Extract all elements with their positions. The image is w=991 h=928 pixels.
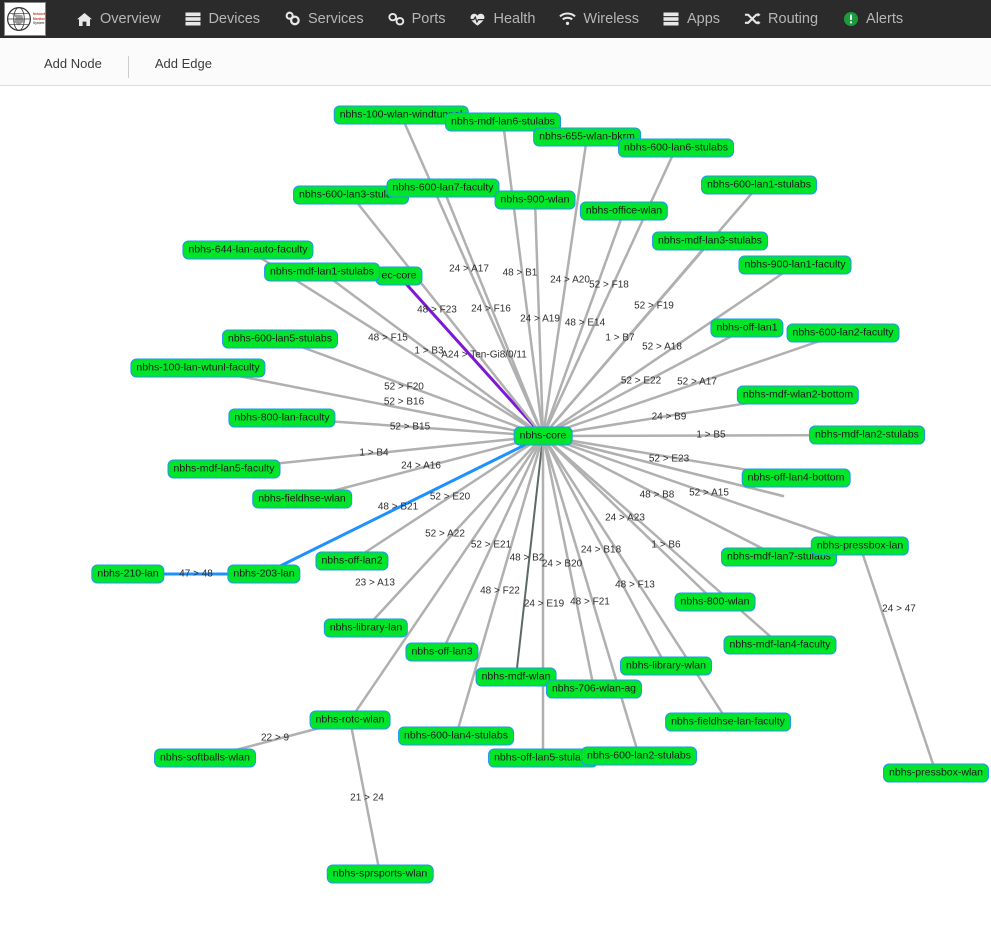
add-node-button[interactable]: Add Node	[22, 56, 124, 72]
graph-node[interactable]: nbhs-mdf-lan2-stulabs	[809, 425, 925, 445]
topology-app: Network Monitoring System Overview Devic…	[0, 0, 991, 928]
graph-node[interactable]: nbhs-mdf-wlan	[475, 667, 557, 687]
graph-node[interactable]: nbhs-softballs-wlan	[154, 748, 256, 768]
nav-item-overview[interactable]: Overview	[64, 0, 172, 38]
topology-graph-canvas[interactable]: nbhs-core ec-core nbhs-100-wlan-windtunnel…	[0, 87, 991, 928]
nav-label-devices: Devices	[208, 11, 261, 27]
graph-node[interactable]: nbhs-600-lan7-faculty	[386, 178, 500, 198]
graph-node[interactable]: nbhs-off-lan3	[405, 642, 479, 662]
graph-node[interactable]: nbhs-off-lan2	[315, 551, 389, 571]
graph-node[interactable]: nbhs-600-lan4-stulabs	[398, 726, 514, 746]
apps-icon	[663, 11, 680, 27]
graph-edge[interactable]	[541, 209, 626, 438]
graph-node[interactable]: nbhs-644-lan-auto-faculty	[182, 240, 314, 260]
nav-item-apps[interactable]: Apps	[651, 0, 732, 38]
graph-node[interactable]: nbhs-pressbox-wlan	[883, 763, 989, 783]
graph-node[interactable]: nbhs-706-wlan-ag	[545, 679, 643, 699]
graph-node[interactable]: nbhs-800-lan-faculty	[228, 408, 336, 428]
graph-node[interactable]: nbhs-mdf-lan4-faculty	[723, 635, 837, 655]
add-edge-button[interactable]: Add Edge	[133, 56, 234, 72]
graph-node[interactable]: nbhs-600-lan2-stulabs	[581, 746, 697, 766]
graph-node[interactable]: nbhs-900-lan1-faculty	[738, 255, 852, 275]
home-icon	[76, 11, 93, 27]
graph-node[interactable]: nbhs-mdf-lan3-stulabs	[652, 231, 768, 251]
heartbeat-icon	[469, 11, 486, 27]
graph-node[interactable]: nbhs-fieldhse-lan-faculty	[665, 712, 791, 732]
server-icon	[184, 11, 201, 27]
graph-node[interactable]: nbhs-600-lan1-stulabs	[701, 175, 817, 195]
graph-node[interactable]: nbhs-600-lan5-stulabs	[222, 329, 338, 349]
graph-toolbar: Add Node Add Edge	[0, 38, 991, 86]
alert-icon	[842, 11, 859, 27]
nav-item-ports[interactable]: Ports	[376, 0, 458, 38]
graph-node[interactable]: nbhs-mdf-wlan2-bottom	[736, 385, 860, 405]
nav-label-overview: Overview	[100, 11, 161, 27]
graph-node[interactable]: nbhs-library-wlan	[620, 656, 712, 676]
graph-node[interactable]: nbhs-203-lan	[227, 564, 301, 584]
graph-node[interactable]: nbhs-600-lan2-faculty	[786, 323, 900, 343]
gears-icon	[284, 11, 301, 27]
graph-node[interactable]: nbhs-office-wlan	[579, 201, 669, 221]
graph-edge[interactable]	[515, 435, 544, 678]
nav-label-ports: Ports	[411, 11, 446, 27]
nav-label-routing: Routing	[768, 11, 819, 27]
graph-edge[interactable]	[348, 718, 382, 876]
graph-edge[interactable]	[858, 544, 938, 775]
toolbar-divider	[127, 56, 129, 78]
graph-node[interactable]: ec-core	[375, 266, 423, 286]
nav-item-services[interactable]: Services	[272, 0, 376, 38]
brand-text: Network Monitoring System	[32, 12, 45, 26]
graph-node[interactable]: nbhs-mdf-lan1-stulabs	[264, 262, 380, 282]
graph-node[interactable]: nbhs-mdf-lan5-faculty	[167, 459, 281, 479]
nav-label-wireless: Wireless	[583, 11, 639, 27]
nav-item-alerts[interactable]: Alerts	[830, 0, 915, 38]
top-navbar: Network Monitoring System Overview Devic…	[0, 0, 991, 38]
nav-item-health[interactable]: Health	[457, 0, 547, 38]
nav-label-health: Health	[493, 11, 536, 27]
nav-item-devices[interactable]: Devices	[172, 0, 272, 38]
graph-node[interactable]: nbhs-900-wlan	[494, 190, 576, 210]
nav-label-alerts: Alerts	[866, 11, 904, 27]
graph-node[interactable]: nbhs-core	[513, 426, 573, 446]
nav-label-services: Services	[308, 11, 364, 27]
edge-layer	[126, 113, 938, 876]
graph-edge[interactable]	[541, 434, 862, 548]
graph-node[interactable]: nbhs-off-lan1	[710, 318, 784, 338]
graph-node[interactable]: nbhs-100-lan-wtunl-faculty	[130, 358, 266, 378]
brand-logo[interactable]: Network Monitoring System	[4, 2, 46, 36]
graph-node[interactable]: nbhs-off-lan4-bottom	[741, 468, 851, 488]
nav-item-wireless[interactable]: Wireless	[547, 0, 651, 38]
shuffle-icon	[744, 11, 761, 27]
graph-node[interactable]: nbhs-fieldhse-wlan	[252, 489, 352, 509]
nav-label-apps: Apps	[686, 11, 721, 27]
nav-item-routing[interactable]: Routing	[732, 0, 830, 38]
graph-node[interactable]: nbhs-rotc-wlan	[309, 710, 391, 730]
graph-node[interactable]: nbhs-210-lan	[91, 564, 165, 584]
wifi-icon	[559, 11, 577, 27]
graph-node[interactable]: nbhs-library-lan	[323, 618, 409, 638]
graph-node[interactable]: nbhs-sprsports-wlan	[326, 864, 434, 884]
brand-line-3: System	[33, 21, 45, 26]
link-icon	[388, 11, 405, 27]
graph-edge[interactable]	[454, 434, 545, 738]
graph-node[interactable]: nbhs-600-lan6-stulabs	[618, 138, 734, 158]
graph-edge[interactable]	[541, 434, 668, 668]
graph-node[interactable]: nbhs-pressbox-lan	[810, 536, 910, 556]
globe-logo-icon	[7, 7, 31, 31]
graph-node[interactable]: nbhs-800-wlan	[674, 592, 756, 612]
